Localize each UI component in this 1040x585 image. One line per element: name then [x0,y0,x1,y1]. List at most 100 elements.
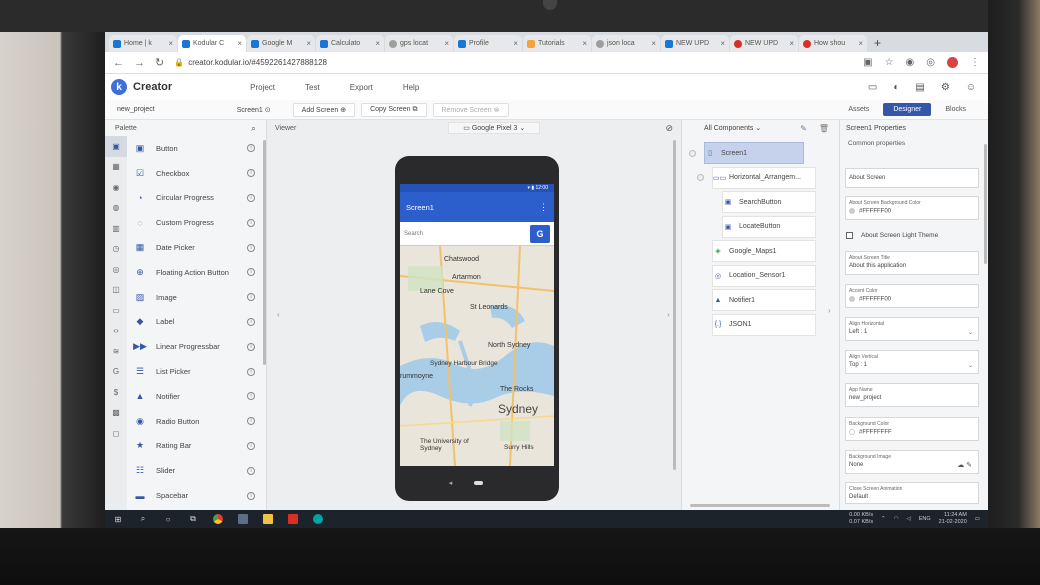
info-icon[interactable]: i [247,317,255,326]
category-drawing-icon[interactable]: ◍ [105,198,127,219]
tree-node-location-sensor[interactable]: ◎ Location_Sensor1 [712,264,816,287]
viewer-scrollbar[interactable] [673,140,676,470]
category-media-icon[interactable]: ◉ [105,177,127,198]
google-map[interactable]: Chatswood Artarmon Lane Cove St Leonards… [400,246,554,466]
accent-color-field[interactable]: Accent Color #FFFFFF00 [845,284,979,308]
browser-tab[interactable]: NEW UPD × [661,35,729,52]
info-icon[interactable]: i [247,417,255,426]
url-field[interactable]: creator.kodular.io/#4592261427888128 [188,58,327,67]
close-icon[interactable]: × [648,39,656,48]
browser-tab[interactable]: Tutorials × [523,35,591,52]
volume-icon[interactable]: ◁ [907,516,911,522]
search-textbox[interactable]: Search [404,231,423,237]
close-icon[interactable]: × [786,39,794,48]
category-money-icon[interactable]: $ [105,382,127,403]
palette-item-spacebar[interactable]: ▬ Spacebar i [127,483,263,508]
background-color-field[interactable]: Background Color #FFFFFFFF [845,417,979,441]
file-explorer-icon[interactable] [263,514,273,524]
info-icon[interactable]: i [247,144,255,153]
category-code-icon[interactable]: ‹› [105,321,127,342]
info-icon[interactable]: i [247,367,255,376]
tree-node-google-maps[interactable]: ◈ Google_Maps1 [712,240,816,262]
lang-indicator[interactable]: ENG [919,516,931,522]
category-grid-icon[interactable]: ▩ [105,403,127,424]
browser-tab[interactable]: Profile × [454,35,522,52]
back-arrow-icon[interactable]: ← [113,57,124,69]
tab-blocks[interactable]: Blocks [935,103,976,116]
close-icon[interactable]: × [717,39,725,48]
browser-tab[interactable]: Home | k × [109,35,177,52]
palette-item-checkbox[interactable]: ☑ Checkbox i [127,161,263,186]
close-icon[interactable]: × [303,39,311,48]
arduino-icon[interactable] [313,514,323,524]
about-screen-title-field[interactable]: About Screen Title About this application [845,251,979,275]
tree-node-screen1[interactable]: ▯ Screen1 [689,142,804,164]
info-icon[interactable]: i [247,466,255,475]
category-chat-icon[interactable]: ◻ [105,423,127,444]
components-scrollbar[interactable] [690,504,830,507]
chevron-left-icon[interactable]: ‹ [277,310,280,319]
app-name-field[interactable]: App Name new_project [845,383,979,407]
close-icon[interactable]: × [165,39,173,48]
palette-item-date-picker[interactable]: ▦ Date Picker i [127,235,263,260]
chevron-right-icon[interactable]: › [828,306,831,315]
task-view-icon[interactable]: ⧉ [188,514,198,524]
palette-item-notifier[interactable]: ▲ Notifier i [127,384,263,409]
browser-tab[interactable]: Google M × [247,35,315,52]
tree-node-json[interactable]: {.} JSON1 [712,313,816,336]
info-icon[interactable]: i [247,218,255,227]
close-icon[interactable]: × [234,39,242,48]
browser-tab[interactable]: NEW UPD × [730,35,798,52]
background-image-select[interactable]: Background Image None ☁ ✎ [845,450,979,474]
align-vertical-select[interactable]: Align Vertical Top : 1 ⌄ [845,350,979,374]
about-screen-bg-color-field[interactable]: About Screen Background Color #FFFFFF00 [845,196,979,220]
palette-icon[interactable]: ◐ [893,82,899,93]
extension-icon[interactable]: ◉ [906,57,915,68]
add-screen-button[interactable]: Add Screen ⊕ [292,102,356,117]
palette-item-circular-progress[interactable]: ◔ Circular Progress i [127,186,263,211]
browser-tab-active[interactable]: Kodular C × [178,35,246,52]
reload-icon[interactable]: ↻ [155,56,164,69]
info-icon[interactable]: i [247,491,255,500]
align-horizontal-select[interactable]: Align Horizontal Left : 1 ⌄ [845,317,979,341]
palette-item-radio-button[interactable]: ◉ Radio Button i [127,409,263,434]
palette-item-custom-progress[interactable]: ◌ Custom Progress i [127,210,263,235]
tab-assets[interactable]: Assets [838,103,879,116]
remove-screen-button[interactable]: Remove Screen ⊗ [432,102,509,117]
palette-item-label[interactable]: ◆ Label i [127,310,263,335]
tab-designer[interactable]: Designer [883,103,932,116]
info-icon[interactable]: i [247,169,255,178]
close-icon[interactable]: × [579,39,587,48]
palette-item-rating-bar[interactable]: ★ Rating Bar i [127,434,263,459]
menu-export[interactable]: Export [350,83,373,92]
category-feed-icon[interactable]: ≋ [105,341,127,362]
palette-item-list-picker[interactable]: ☰ List Picker i [127,359,263,384]
components-title[interactable]: All Components ⌄ [704,124,761,132]
tree-node-search-button[interactable]: ▣ SearchButton [722,191,816,213]
info-icon[interactable]: i [247,392,255,401]
menu-help[interactable]: Help [403,83,419,92]
hide-eye-icon[interactable]: ⊘ [665,123,673,134]
category-sensors-icon[interactable]: ◷ [105,239,127,260]
category-connectivity-icon[interactable]: ▭ [105,300,127,321]
app-icon[interactable] [288,514,298,524]
menu-test[interactable]: Test [305,83,320,92]
browser-tab[interactable]: Calculato × [316,35,384,52]
upload-cloud-icon[interactable]: ☁ ✎ [957,461,972,469]
visibility-toggle[interactable] [689,149,696,157]
extension-icon[interactable]: ◎ [926,57,935,68]
screen-title-bar[interactable]: Screen1 ⋮ [400,192,554,222]
browser-tab[interactable]: json loca × [592,35,660,52]
chevron-up-icon[interactable]: ⌃ [881,516,886,522]
info-icon[interactable]: i [247,268,255,277]
category-social-icon[interactable]: ◎ [105,259,127,280]
chevron-right-icon[interactable]: › [667,310,670,319]
chrome-icon[interactable] [213,514,223,524]
search-icon[interactable]: ⌕ [138,514,148,524]
palette-item-linear-progressbar[interactable]: ▶▶ Linear Progressbar i [127,334,263,359]
category-layout-icon[interactable]: ▦ [105,157,127,178]
close-icon[interactable]: × [510,39,518,48]
extension-icon[interactable]: ▣ [863,57,872,68]
about-screen-field[interactable]: About Screen [845,168,979,188]
category-google-icon[interactable]: G [105,362,127,383]
